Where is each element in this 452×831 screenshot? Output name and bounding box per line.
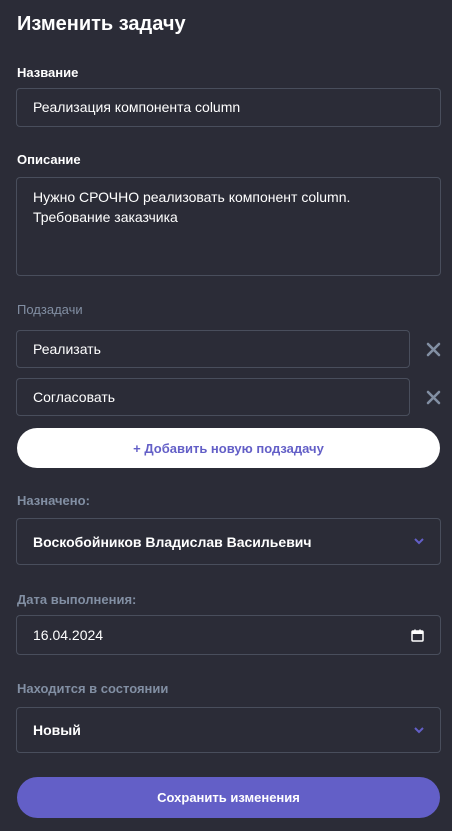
description-label: Описание xyxy=(17,152,81,167)
subtasks-label: Подзадачи xyxy=(17,302,83,317)
due-date-value: 16.04.2024 xyxy=(33,627,104,643)
add-subtask-button[interactable]: + Добавить новую подзадачу xyxy=(17,428,440,468)
subtask-input[interactable]: Согласовать xyxy=(16,378,410,416)
close-icon xyxy=(426,342,440,356)
status-select[interactable]: Новый xyxy=(16,707,441,753)
close-icon xyxy=(426,390,440,404)
due-date-input[interactable]: 16.04.2024 xyxy=(16,615,441,655)
due-date-label: Дата выполнения: xyxy=(17,592,137,607)
assignee-label: Назначено: xyxy=(17,493,90,508)
status-label: Находится в состоянии xyxy=(17,681,169,696)
name-label: Название xyxy=(17,65,79,80)
chevron-down-icon xyxy=(414,538,424,545)
save-button[interactable]: Сохранить изменения xyxy=(17,777,440,818)
remove-subtask-button[interactable] xyxy=(422,386,444,408)
assignee-select[interactable]: Воскобойников Владислав Васильевич xyxy=(16,518,441,565)
assignee-value: Воскобойников Владислав Васильевич xyxy=(33,533,312,550)
chevron-down-icon xyxy=(414,726,424,733)
calendar-icon[interactable] xyxy=(411,629,424,642)
page-title: Изменить задачу xyxy=(17,13,186,35)
name-input[interactable]: Реализация компонента column xyxy=(16,88,441,127)
subtask-input[interactable]: Реализать xyxy=(16,330,410,368)
remove-subtask-button[interactable] xyxy=(422,338,444,360)
description-textarea[interactable]: Нужно СРОЧНО реализовать компонент colum… xyxy=(16,177,441,276)
status-value: Новый xyxy=(33,722,81,738)
